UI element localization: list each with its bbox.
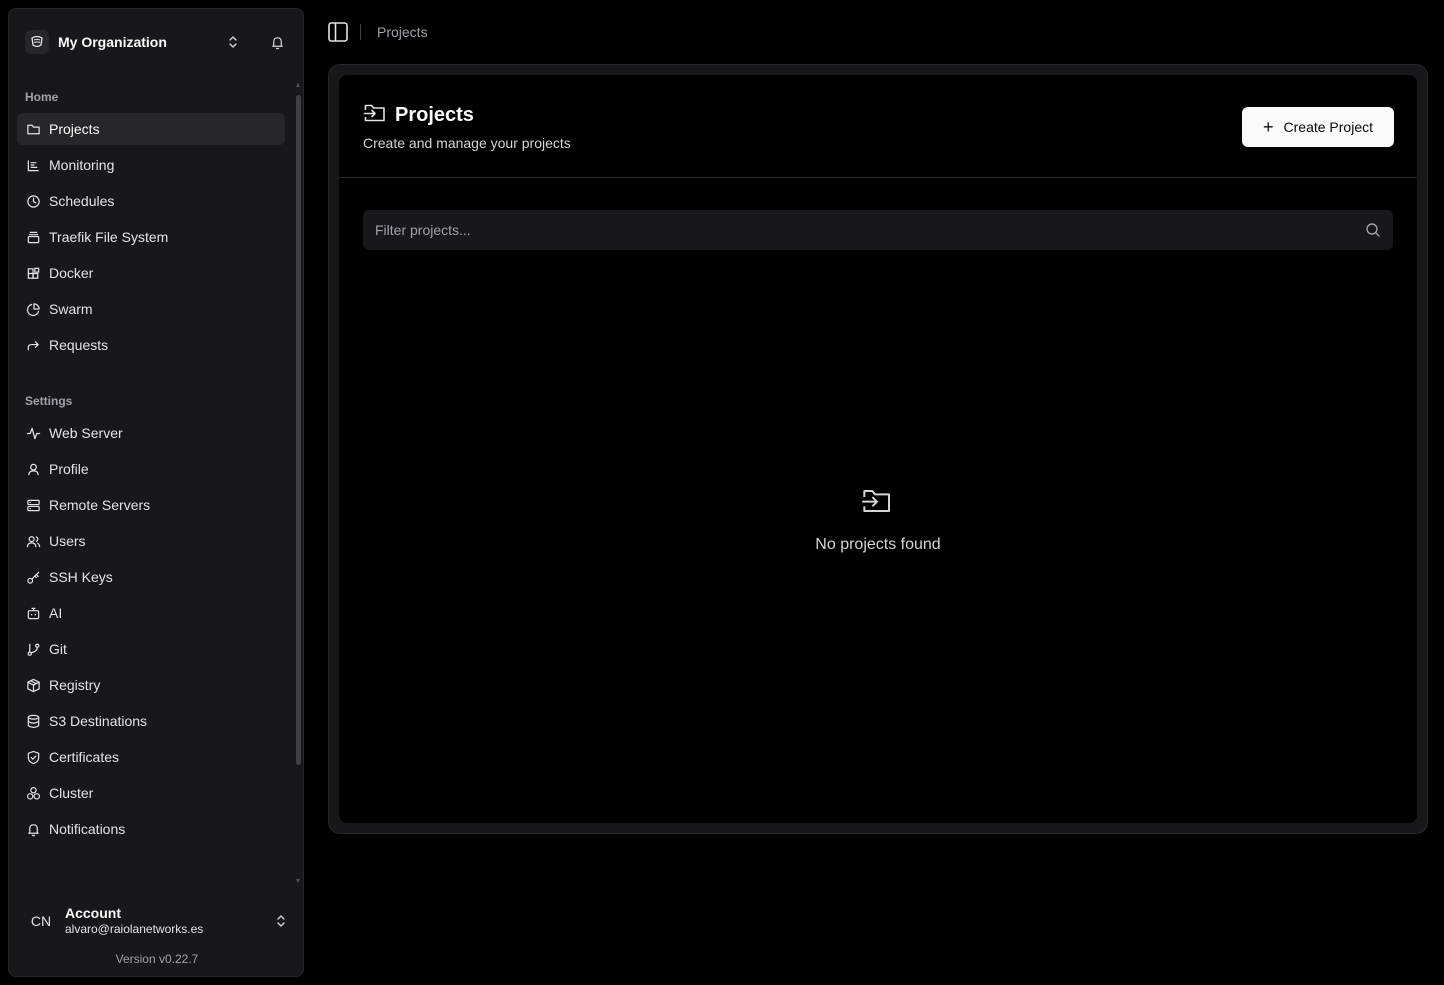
folder-input-icon (363, 101, 387, 130)
blocks-icon (25, 265, 41, 281)
create-project-label: Create Project (1283, 119, 1373, 135)
bot-icon (25, 605, 41, 621)
chevrons-up-down-icon[interactable] (223, 32, 243, 52)
title-row: Projects (363, 101, 474, 130)
app: My Organization Home Projects Monitoring… (0, 0, 1444, 985)
sidebar-item-certificates[interactable]: Certificates (17, 741, 285, 773)
bell-icon (25, 821, 41, 837)
version-label: Version v0.22.7 (115, 952, 199, 966)
bar-chart-icon (25, 157, 41, 173)
create-project-button[interactable]: + Create Project (1242, 107, 1394, 147)
key-icon (25, 569, 41, 585)
sidebar-item-monitoring[interactable]: Monitoring (17, 149, 285, 181)
sidebar-item-notifications[interactable]: Notifications (17, 813, 285, 845)
user-icon (25, 461, 41, 477)
pie-chart-icon (25, 301, 41, 317)
nav-group-home-label: Home (25, 90, 59, 104)
sidebar-item-label: Git (49, 641, 67, 657)
nav-list-settings: Web Server Profile Remote Servers Users (17, 417, 285, 849)
scroll-up-arrow-icon[interactable] (296, 83, 300, 87)
sidebar-item-web-server[interactable]: Web Server (17, 417, 285, 449)
sidebar-item-registry[interactable]: Registry (17, 669, 285, 701)
sidebar-item-label: Traefik File System (49, 229, 169, 245)
account-email: alvaro@raiolanetworks.es (65, 922, 204, 936)
page-title: Projects (395, 104, 474, 126)
sidebar-item-label: Swarm (49, 301, 93, 317)
sidebar-scrollbar-thumb[interactable] (296, 95, 301, 765)
breadcrumb: Projects (377, 24, 428, 40)
search-icon[interactable] (1365, 222, 1381, 238)
filter-box (363, 210, 1393, 250)
sidebar-item-git[interactable]: Git (17, 633, 285, 665)
git-branch-icon (25, 641, 41, 657)
sidebar-item-schedules[interactable]: Schedules (17, 185, 285, 217)
organization-name: My Organization (58, 34, 167, 50)
page-subtitle: Create and manage your projects (363, 135, 571, 151)
users-icon (25, 533, 41, 549)
topbar-divider (360, 24, 361, 40)
sidebar-item-requests[interactable]: Requests (17, 329, 285, 361)
organization-switcher[interactable]: My Organization (25, 27, 289, 57)
activity-icon (25, 425, 41, 441)
package-icon (25, 677, 41, 693)
notifications-bell-icon[interactable] (267, 32, 287, 52)
scroll-down-arrow-icon[interactable] (296, 879, 300, 883)
sidebar-item-traefik-file-system[interactable]: Traefik File System (17, 221, 285, 253)
account-text: Account alvaro@raiolanetworks.es (65, 905, 203, 937)
chevrons-up-down-icon[interactable] (271, 911, 291, 931)
sidebar: My Organization Home Projects Monitoring… (8, 8, 304, 977)
sidebar-item-cluster[interactable]: Cluster (17, 777, 285, 809)
sidebar-item-label: AI (49, 605, 63, 621)
projects-card: Projects Create and manage your projects… (339, 75, 1417, 823)
sidebar-item-projects[interactable]: Projects (17, 113, 285, 145)
sidebar-item-label: Projects (49, 121, 100, 137)
sidebar-item-label: Schedules (49, 193, 115, 209)
database-icon (25, 713, 41, 729)
sidebar-item-ssh-keys[interactable]: SSH Keys (17, 561, 285, 593)
sidebar-item-s3-destinations[interactable]: S3 Destinations (17, 705, 285, 737)
sidebar-item-label: Web Server (49, 425, 123, 441)
sidebar-item-label: Certificates (49, 749, 120, 765)
server-icon (25, 497, 41, 513)
sidebar-item-users[interactable]: Users (17, 525, 285, 557)
sidebar-toggle-icon[interactable] (327, 21, 349, 43)
empty-folder-input-icon (861, 485, 893, 517)
shield-icon (25, 749, 41, 765)
sidebar-item-docker[interactable]: Docker (17, 257, 285, 289)
sidebar-item-label: Cluster (49, 785, 94, 801)
forward-icon (25, 337, 41, 353)
avatar: CN (30, 913, 52, 929)
sidebar-item-ai[interactable]: AI (17, 597, 285, 629)
folder-icon (25, 121, 41, 137)
plus-icon: + (1263, 117, 1274, 137)
sidebar-item-label: Users (49, 533, 86, 549)
main-panel: Projects Create and manage your projects… (328, 64, 1428, 834)
sidebar-item-remote-servers[interactable]: Remote Servers (17, 489, 285, 521)
account-menu[interactable]: CN Account alvaro@raiolanetworks.es (25, 901, 289, 941)
nav-list-home: Projects Monitoring Schedules Traefik Fi… (17, 113, 285, 365)
account-title: Account (65, 905, 121, 921)
sidebar-item-label: Requests (49, 337, 109, 353)
card-header: Projects Create and manage your projects… (339, 75, 1417, 178)
sidebar-item-label: Registry (49, 677, 101, 693)
sidebar-item-label: Monitoring (49, 157, 115, 173)
organization-logo-icon (25, 30, 49, 54)
clock-icon (25, 193, 41, 209)
empty-state-message: No projects found (815, 536, 941, 553)
nav-group-settings-label: Settings (25, 394, 73, 408)
sidebar-item-profile[interactable]: Profile (17, 453, 285, 485)
sidebar-scrollbar[interactable] (296, 83, 301, 883)
sidebar-item-label: Remote Servers (49, 497, 151, 513)
filter-projects-input[interactable] (363, 210, 1353, 250)
sidebar-item-swarm[interactable]: Swarm (17, 293, 285, 325)
sidebar-item-label: S3 Destinations (49, 713, 148, 729)
boxes-icon (25, 785, 41, 801)
sidebar-item-label: SSH Keys (49, 569, 113, 585)
sidebar-item-label: Docker (49, 265, 94, 281)
layers-icon (25, 229, 41, 245)
sidebar-item-label: Notifications (49, 821, 126, 837)
sidebar-item-label: Profile (49, 461, 89, 477)
